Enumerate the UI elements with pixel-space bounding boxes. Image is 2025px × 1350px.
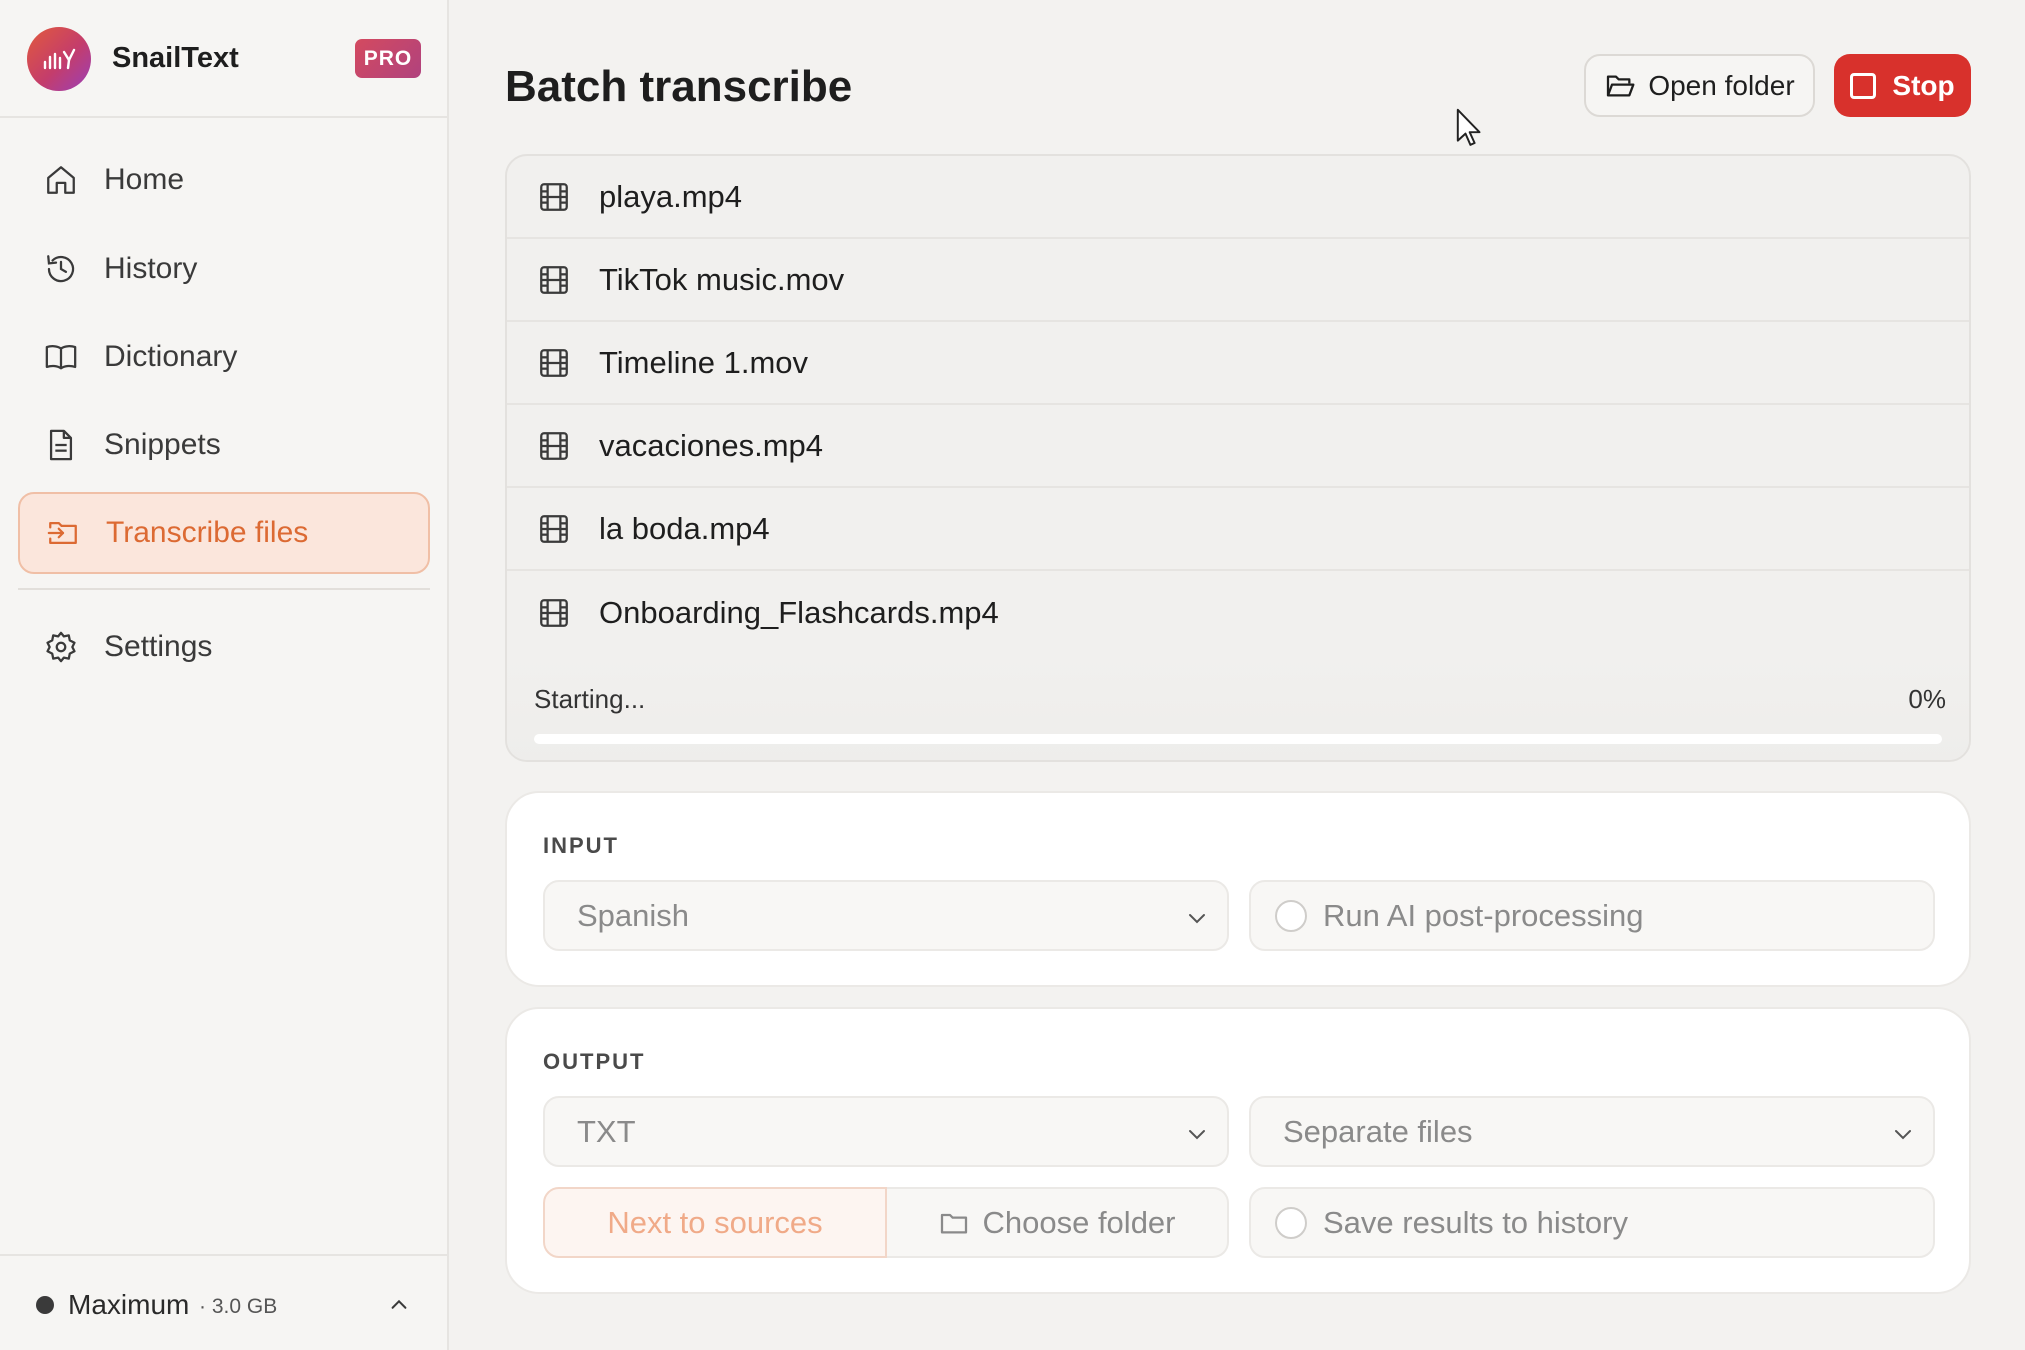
stop-icon [1850, 72, 1877, 99]
status-dot [36, 1296, 54, 1314]
grouping-value: Separate files [1283, 1113, 1473, 1149]
chevron-down-icon [1895, 1130, 1911, 1140]
file-list: playa.mp4 TikTok music.mov Timeline 1.mo… [505, 154, 1971, 762]
file-name: TikTok music.mov [599, 261, 845, 297]
input-section-title: INPUT [543, 833, 619, 858]
nav-divider [18, 588, 430, 590]
format-select[interactable]: TXT [543, 1096, 1229, 1167]
sidebar-item-home[interactable]: Home [18, 139, 430, 221]
brand-header: SnailText PRO [0, 0, 449, 118]
sidebar: SnailText PRO Home History Dictionary Sn… [0, 0, 449, 1350]
grouping-select[interactable]: Separate files [1249, 1096, 1935, 1167]
file-name: playa.mp4 [599, 178, 743, 214]
progress-status: Starting... [534, 684, 646, 714]
chevron-down-icon [1189, 1130, 1205, 1140]
sidebar-item-label: Home [104, 163, 185, 196]
film-icon [540, 182, 568, 211]
file-row[interactable]: vacaciones.mp4 [507, 405, 1969, 488]
file-row[interactable]: la boda.mp4 [507, 488, 1969, 571]
chevron-up-icon[interactable] [388, 1294, 410, 1316]
sidebar-item-transcribe-files[interactable]: Transcribe files [18, 492, 430, 574]
radio-icon[interactable] [1275, 899, 1307, 932]
gear-icon [42, 628, 80, 666]
sidebar-item-history[interactable]: History [18, 228, 430, 310]
output-panel: OUTPUT TXT Separate files Next to source… [505, 1007, 1971, 1294]
progress-area: Starting... 0% [507, 654, 1969, 760]
ai-postprocess-label: Run AI post-processing [1323, 897, 1644, 933]
file-row[interactable]: TikTok music.mov [507, 239, 1969, 322]
sidebar-item-label: Dictionary [104, 340, 238, 373]
next-to-sources-button[interactable]: Next to sources [543, 1187, 887, 1258]
model-mode: Maximum [68, 1289, 190, 1320]
stop-label: Stop [1892, 69, 1955, 101]
file-row[interactable]: Timeline 1.mov [507, 322, 1969, 405]
ai-postprocess-toggle[interactable]: Run AI post-processing [1249, 880, 1935, 951]
save-history-label: Save results to history [1323, 1204, 1628, 1240]
sidebar-item-dictionary[interactable]: Dictionary [18, 316, 430, 398]
home-icon [42, 161, 80, 199]
radio-icon[interactable] [1275, 1206, 1307, 1239]
progress-bar [534, 734, 1942, 744]
progress-percent: 0% [1908, 684, 1946, 714]
save-history-toggle[interactable]: Save results to history [1249, 1187, 1935, 1258]
sidebar-item-label: Snippets [104, 428, 221, 461]
output-section-title: OUTPUT [543, 1049, 646, 1074]
mouse-cursor-icon [1456, 108, 1481, 146]
book-icon [42, 338, 80, 376]
file-name: vacaciones.mp4 [599, 427, 824, 463]
film-icon [540, 265, 568, 294]
model-size: · 3.0 GB [199, 1295, 278, 1318]
film-icon [540, 514, 568, 543]
film-icon [540, 431, 568, 460]
pro-badge: PRO [355, 39, 421, 78]
sidebar-item-label: Transcribe files [106, 516, 309, 549]
choose-folder-label: Choose folder [982, 1204, 1176, 1240]
document-icon [42, 426, 80, 464]
sidebar-item-label: History [104, 252, 198, 285]
file-import-icon [44, 514, 82, 552]
file-name: Timeline 1.mov [599, 344, 809, 380]
sidebar-item-label: Settings [104, 630, 213, 663]
file-name: la boda.mp4 [599, 510, 770, 546]
language-select[interactable]: Spanish [543, 880, 1229, 951]
file-row[interactable]: Onboarding_Flashcards.mp4 [507, 571, 1969, 654]
sidebar-item-snippets[interactable]: Snippets [18, 404, 430, 486]
open-folder-button[interactable]: Open folder [1584, 54, 1815, 117]
next-to-sources-label: Next to sources [607, 1204, 823, 1240]
chevron-down-icon [1189, 914, 1205, 924]
app-name: SnailText [112, 42, 239, 74]
stop-button[interactable]: Stop [1834, 54, 1971, 117]
sidebar-item-settings[interactable]: Settings [18, 606, 430, 688]
folder-icon [941, 1213, 968, 1233]
film-icon [540, 348, 568, 377]
file-name: Onboarding_Flashcards.mp4 [599, 594, 999, 630]
folder-open-icon [1607, 75, 1635, 96]
history-icon [42, 250, 80, 288]
film-icon [540, 598, 568, 627]
file-row[interactable]: playa.mp4 [507, 156, 1969, 239]
language-value: Spanish [577, 897, 690, 933]
app-logo-icon [27, 27, 91, 91]
open-folder-label: Open folder [1648, 69, 1795, 101]
choose-folder-button[interactable]: Choose folder [887, 1187, 1229, 1258]
input-panel: INPUT Spanish Run AI post-processing [505, 791, 1971, 987]
model-selector[interactable]: Maximum · 3.0 GB [0, 1254, 449, 1350]
page-title: Batch transcribe [505, 62, 853, 111]
format-value: TXT [577, 1113, 636, 1149]
